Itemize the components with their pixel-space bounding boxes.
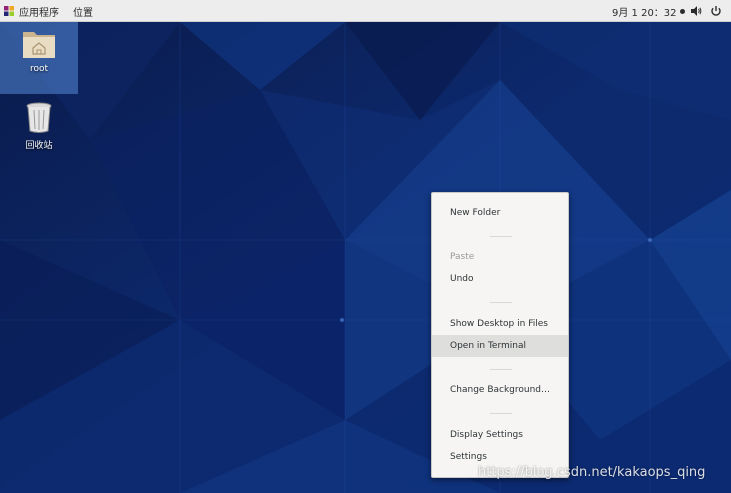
menu-separator xyxy=(490,369,512,370)
watermark: https://blog.csdn.net/kakaops_qing xyxy=(478,465,706,480)
places-menu[interactable]: 位置 xyxy=(73,4,93,19)
top-panel-left: 应用程序 位置 xyxy=(3,0,107,22)
menu-item-change-background[interactable]: Change Background… xyxy=(432,379,568,401)
menu-item-show-desktop-in-files[interactable]: Show Desktop in Files xyxy=(432,313,568,335)
menu-separator xyxy=(490,236,512,237)
centos-logo-icon[interactable] xyxy=(3,5,15,17)
desktop-context-menu: New Folder Paste Undo Show Desktop in Fi… xyxy=(431,192,569,478)
home-folder-icon xyxy=(0,22,78,63)
clock-label: 9月 1 20：32 xyxy=(612,7,677,19)
system-menu[interactable] xyxy=(689,0,729,22)
desktop-icon-label: 回收站 xyxy=(25,141,53,151)
power-icon[interactable] xyxy=(709,4,723,18)
top-panel: 应用程序 位置 9月 1 20：32 xyxy=(0,0,731,22)
desktop-icon-label: root xyxy=(29,64,49,74)
applications-menu[interactable]: 应用程序 xyxy=(19,4,59,19)
desktop[interactable]: 应用程序 位置 9月 1 20：32 root 回收站 New Folder P… xyxy=(0,0,731,493)
desktop-icon-root[interactable]: root xyxy=(0,22,78,94)
desktop-icon-trash[interactable]: 回收站 xyxy=(0,100,78,156)
volume-icon[interactable] xyxy=(689,4,703,18)
notification-dot-icon xyxy=(679,8,685,14)
wallpaper xyxy=(0,0,731,493)
clock[interactable]: 9月 1 20：32 xyxy=(612,0,685,22)
trash-icon xyxy=(0,100,78,137)
menu-item-paste[interactable]: Paste xyxy=(432,246,568,268)
menu-item-new-folder[interactable]: New Folder xyxy=(432,202,568,224)
menu-item-undo[interactable]: Undo xyxy=(432,268,568,290)
menu-item-open-in-terminal[interactable]: Open in Terminal xyxy=(432,335,568,357)
menu-item-display-settings[interactable]: Display Settings xyxy=(432,424,568,446)
menu-separator xyxy=(490,413,512,414)
menu-separator xyxy=(490,302,512,303)
